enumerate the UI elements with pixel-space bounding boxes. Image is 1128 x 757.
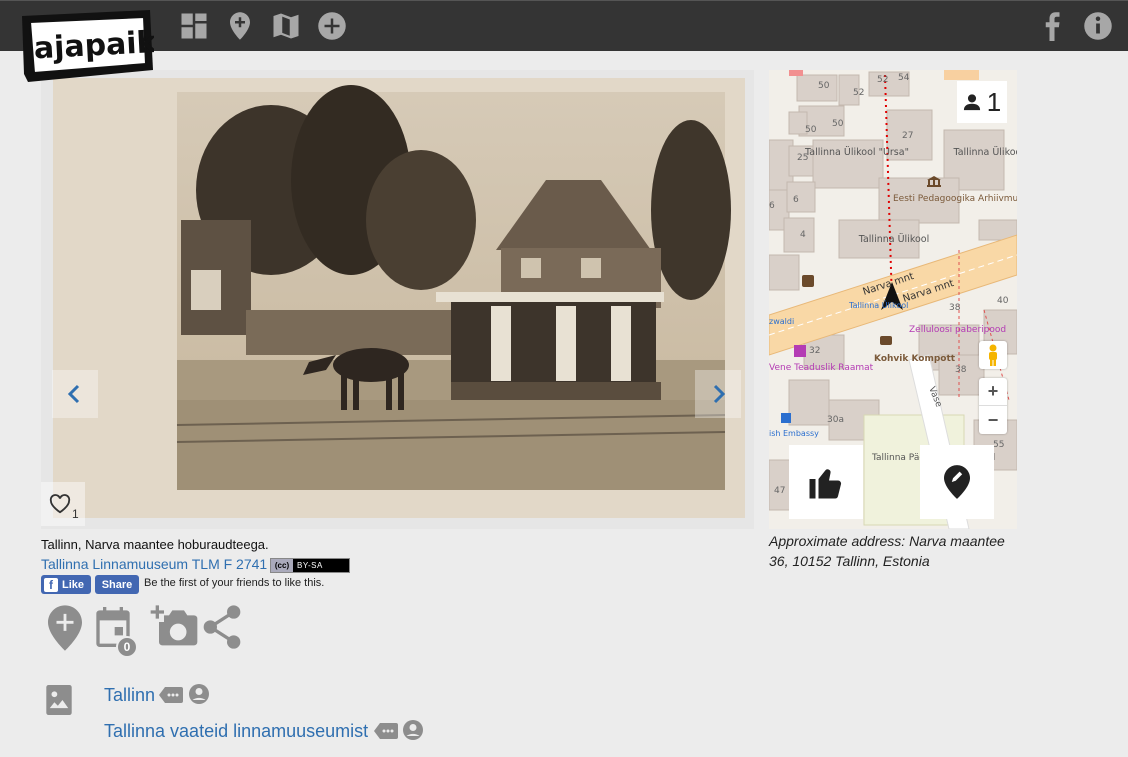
favorites-count: 1	[72, 507, 79, 521]
facebook-share-button[interactable]: Share	[95, 575, 139, 594]
heart-icon	[49, 494, 71, 514]
license-badge[interactable]: (cc) BY-SA	[270, 558, 350, 573]
svg-text:27: 27	[902, 131, 913, 141]
map-viewers-badge: 1	[957, 81, 1007, 123]
favorite-button[interactable]: 1	[41, 482, 85, 526]
tag-icon[interactable]	[159, 686, 183, 704]
zoom-in-button[interactable]: +	[979, 378, 1007, 406]
pin-edit-icon	[944, 465, 970, 499]
plus-circle-icon[interactable]	[317, 11, 347, 41]
license-label: BY-SA	[297, 561, 323, 570]
add-location-icon[interactable]	[48, 605, 82, 651]
info-icon[interactable]	[1083, 11, 1113, 41]
confirm-location-button[interactable]	[789, 445, 863, 519]
source-link[interactable]: Tallinna Linnamuuseum TLM F 2741	[41, 556, 267, 572]
approximate-address: Approximate address: Narva maantee 36, 1…	[769, 533, 1005, 569]
share-icon[interactable]	[202, 605, 242, 651]
map-icon[interactable]	[271, 11, 301, 41]
svg-text:Eesti Pedagoogika Arhiivmuuseu: Eesti Pedagoogika Arhiivmuuseum	[893, 194, 1017, 204]
ajapaik-logo[interactable]: ajapaik	[20, 10, 158, 82]
photo-caption: Tallinn, Narva maantee hoburaudteega.	[41, 537, 269, 552]
svg-text:55: 55	[993, 440, 1004, 450]
logo-text: ajapaik	[33, 25, 154, 66]
tag-icon[interactable]	[374, 722, 398, 740]
cc-icon: (cc)	[271, 559, 293, 572]
svg-text:Tallinna Ülikool "Silva": Tallinna Ülikool "Silva"	[952, 147, 1017, 158]
svg-text:30a: 30a	[827, 415, 844, 425]
rephotos-count-badge: 0	[116, 636, 138, 658]
facebook-like-button[interactable]: f Like	[41, 575, 91, 594]
svg-text:38: 38	[955, 365, 967, 375]
like-label: Like	[62, 578, 85, 591]
pegman-icon	[989, 344, 997, 366]
top-navigation-bar	[0, 0, 1128, 51]
svg-text:6: 6	[769, 201, 775, 211]
svg-text:6: 6	[793, 195, 799, 205]
svg-text:50: 50	[805, 125, 817, 135]
svg-text:4: 4	[800, 230, 806, 240]
thumbs-up-icon	[809, 469, 842, 499]
svg-text:54: 54	[898, 73, 910, 83]
street-view-pegman[interactable]	[979, 341, 1007, 369]
user-circle-icon[interactable]	[189, 684, 209, 704]
svg-text:Kohvik Kompott: Kohvik Kompott	[874, 354, 956, 364]
previous-photo-button[interactable]	[52, 370, 98, 418]
svg-text:ish Embassy: ish Embassy	[769, 429, 819, 438]
svg-text:Zelluloosi paberipood: Zelluloosi paberipood	[909, 325, 1006, 335]
svg-text:Tallinna Ülikool "Ursa": Tallinna Ülikool "Ursa"	[804, 147, 909, 158]
viewers-count: 1	[986, 86, 1002, 117]
person-icon	[963, 94, 980, 111]
historic-photo[interactable]	[41, 70, 754, 529]
svg-text:40: 40	[997, 296, 1009, 306]
svg-text:Tallinna Ülikool: Tallinna Ülikool	[858, 234, 930, 245]
photo-image	[41, 70, 754, 529]
map-zoom-controls: + −	[979, 378, 1007, 434]
zoom-out-button[interactable]: −	[979, 406, 1007, 434]
svg-text:50: 50	[832, 119, 844, 129]
next-photo-button[interactable]	[695, 370, 741, 418]
grid-icon[interactable]	[179, 11, 209, 41]
album-icon	[46, 685, 72, 715]
svg-text:zwaldi: zwaldi	[769, 317, 794, 326]
svg-text:32: 32	[809, 346, 820, 356]
svg-text:52: 52	[877, 75, 888, 85]
svg-text:52: 52	[853, 88, 864, 98]
svg-text:Tallinna Ülikool: Tallinna Ülikool	[848, 300, 908, 310]
facebook-f-icon: f	[44, 577, 58, 592]
svg-text:Vene Teaduslik Raamat: Vene Teaduslik Raamat	[769, 363, 874, 373]
album-link-tallinn[interactable]: Tallinn	[104, 685, 155, 706]
svg-text:50: 50	[818, 81, 830, 91]
map-pin-icon[interactable]	[225, 11, 255, 41]
album-link-tallinna-vaateid[interactable]: Tallinna vaateid linnamuuseumist	[104, 721, 368, 742]
svg-text:47: 47	[774, 486, 785, 496]
facebook-friends-text: Be the first of your friends to like thi…	[144, 577, 325, 589]
add-photo-icon[interactable]	[149, 605, 199, 651]
svg-text:38: 38	[949, 303, 961, 313]
user-circle-icon[interactable]	[403, 720, 423, 740]
chevron-left-icon	[67, 384, 80, 404]
facebook-icon[interactable]	[1037, 11, 1067, 41]
chevron-right-icon	[713, 384, 726, 404]
edit-location-button[interactable]	[920, 445, 994, 519]
